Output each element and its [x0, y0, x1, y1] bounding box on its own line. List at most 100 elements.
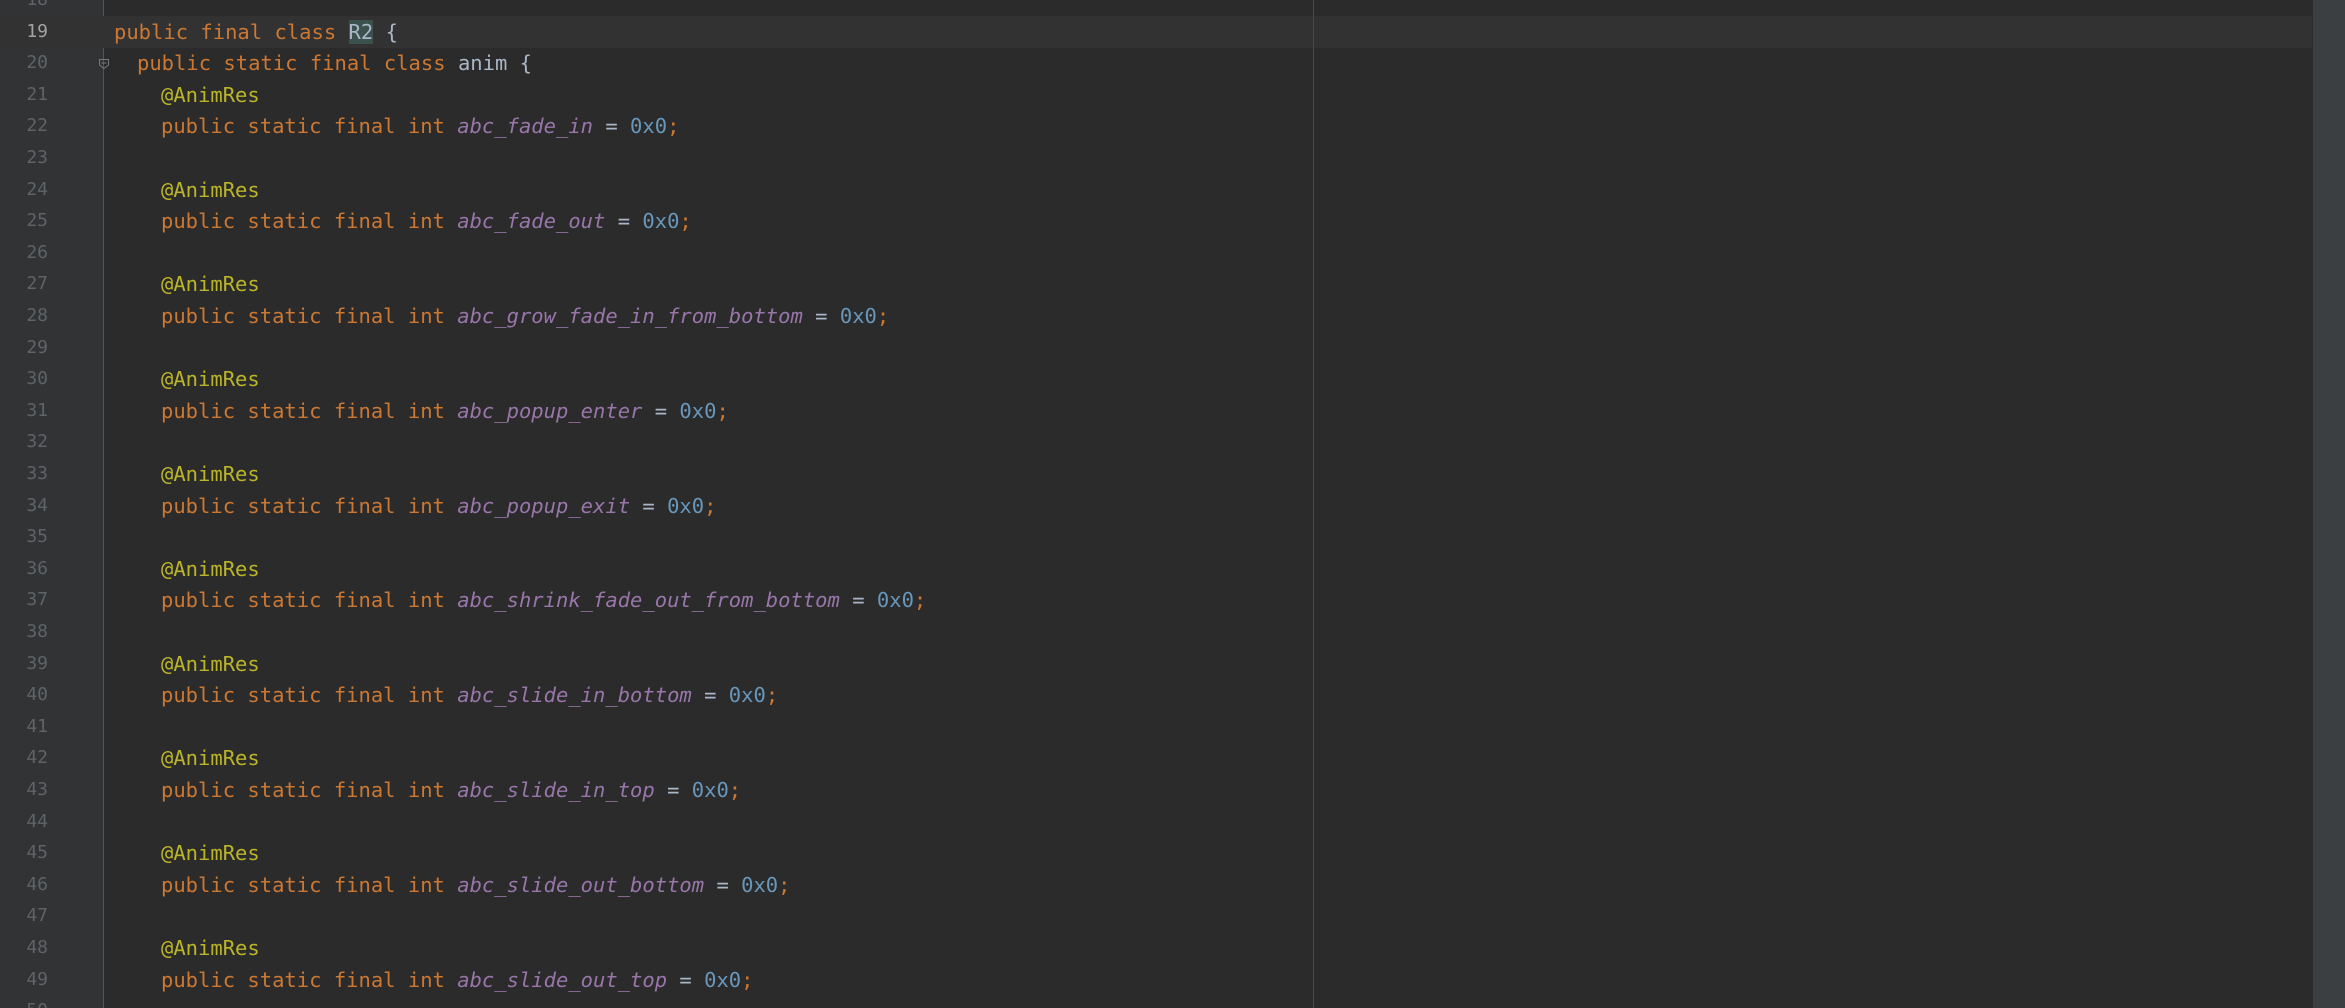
line-number: 18 — [0, 0, 48, 16]
field-value: 0x0 — [642, 209, 680, 234]
code-line[interactable]: 24 @AnimRes — [0, 174, 2312, 206]
code-line[interactable]: 18 — [0, 0, 2312, 16]
code-text: @AnimRes — [161, 742, 260, 774]
code-line[interactable]: 41 — [0, 711, 2312, 743]
line-number: 23 — [26, 147, 48, 168]
semicolon: ; — [876, 304, 890, 328]
code-line[interactable]: 44 — [0, 806, 2312, 838]
code-line[interactable]: 38 — [0, 616, 2312, 648]
code-text: @AnimRes — [161, 268, 260, 300]
code-text: @AnimRes — [161, 363, 260, 395]
code-line[interactable]: 50 — [0, 995, 2312, 1008]
code-text: public static final int abc_slide_out_bo… — [161, 869, 791, 901]
semicolon: ; — [679, 209, 692, 234]
keyword-public: public — [161, 304, 236, 328]
keyword-final: final — [333, 588, 396, 613]
code-line[interactable]: 45 @AnimRes — [0, 837, 2312, 869]
code-line[interactable]: 23 — [0, 142, 2312, 174]
assign-operator: = — [815, 304, 828, 328]
keyword-int: int — [407, 588, 445, 613]
code-line[interactable]: 29 — [0, 332, 2312, 364]
code-line[interactable]: 37 public static final int abc_shrink_fad… — [0, 584, 2312, 616]
code-text: @AnimRes — [161, 458, 260, 490]
code-line[interactable]: 35 — [0, 521, 2312, 553]
keyword-int: int — [407, 493, 445, 518]
keyword-final: final — [333, 209, 396, 234]
code-line[interactable]: 42 @AnimRes — [0, 742, 2312, 774]
code-line[interactable]: 21 @AnimRes — [0, 79, 2312, 111]
annotation: @AnimRes — [161, 746, 260, 771]
code-line[interactable]: 36 @AnimRes — [0, 553, 2312, 585]
keyword-public: public — [161, 967, 236, 992]
code-line[interactable]: 46 public static final int abc_slide_out_… — [0, 869, 2312, 901]
keyword-public: public — [161, 872, 236, 897]
semicolon: ; — [704, 493, 717, 518]
code-line[interactable]: 19 public final class R2 { — [0, 15, 2312, 48]
field-name: abc_grow_fade_in_from_bottom — [457, 304, 803, 328]
keyword-static: static — [247, 114, 322, 139]
code-text: public static final int abc_grow_fade_in… — [161, 300, 889, 332]
keyword-public: public — [161, 114, 236, 139]
keyword-final: final — [333, 304, 396, 328]
line-number: 25 — [26, 210, 48, 232]
code-line[interactable]: 34 public static final int abc_popup_exit… — [0, 490, 2312, 522]
keyword-static: static — [247, 588, 322, 613]
code-text: public static final int abc_fade_in = 0x… — [161, 110, 679, 142]
keyword-final: final — [200, 19, 263, 44]
code-line[interactable]: 26 — [0, 237, 2312, 269]
code-line[interactable]: 40 public static final int abc_slide_in_b… — [0, 679, 2312, 711]
code-line[interactable]: 48 @AnimRes — [0, 932, 2312, 964]
keyword-final: final — [333, 114, 396, 139]
keyword-int: int — [407, 209, 445, 234]
annotation: @AnimRes — [161, 556, 260, 581]
keyword-int: int — [407, 778, 445, 802]
code-text: public final class R2 { — [114, 16, 398, 48]
line-number: 26 — [26, 241, 48, 263]
code-line[interactable]: 43 public static final int abc_slide_in_t… — [0, 774, 2312, 806]
line-number: 37 — [26, 589, 48, 611]
field-value: 0x0 — [679, 398, 717, 423]
line-number: 20 — [26, 52, 48, 74]
code-line[interactable]: 20 public static final class anim { — [0, 47, 2312, 79]
field-name: abc_popup_exit — [457, 493, 631, 518]
code-line[interactable]: 25 public static final int abc_fade_out =… — [0, 205, 2312, 237]
code-text: @AnimRes — [161, 79, 260, 111]
assign-operator: = — [716, 872, 729, 897]
class-name: R2 — [348, 19, 374, 44]
code-line[interactable]: 49 public static final int abc_slide_out_… — [0, 964, 2312, 996]
keyword-public: public — [161, 493, 236, 518]
keyword-final: final — [309, 51, 372, 76]
code-line[interactable]: 47 — [0, 900, 2312, 932]
line-number: 34 — [26, 494, 48, 516]
code-editor[interactable]: 1819public final class R2 {20public stat… — [0, 0, 2345, 1008]
code-line[interactable]: 32 — [0, 426, 2312, 458]
code-text: public static final int abc_shrink_fade_… — [161, 584, 926, 616]
line-number: 46 — [26, 873, 48, 895]
line-number: 33 — [26, 463, 48, 484]
code-line[interactable]: 22 public static final int abc_fade_in = … — [0, 110, 2312, 142]
field-value: 0x0 — [630, 114, 668, 139]
keyword-static: static — [247, 778, 322, 802]
field-name: abc_slide_out_top — [457, 967, 668, 992]
code-line[interactable]: 33 @AnimRes — [0, 458, 2312, 490]
keyword-static: static — [247, 967, 322, 992]
line-number: 36 — [26, 557, 48, 579]
keyword-static: static — [223, 51, 298, 76]
code-line[interactable]: 27 @AnimRes — [0, 268, 2312, 300]
keyword-public: public — [161, 778, 236, 802]
line-number: 44 — [26, 810, 48, 832]
keyword-class: class — [383, 51, 446, 76]
code-line[interactable]: 39 @AnimRes — [0, 648, 2312, 680]
keyword-static: static — [247, 683, 322, 708]
keyword-final: final — [333, 872, 396, 897]
semicolon: ; — [728, 778, 742, 802]
keyword-static: static — [247, 398, 322, 423]
vertical-scrollbar[interactable] — [2313, 0, 2345, 1008]
line-number: 42 — [26, 747, 48, 769]
code-line[interactable]: 31 public static final int abc_popup_ente… — [0, 395, 2312, 427]
code-line[interactable]: 30 @AnimRes — [0, 363, 2312, 395]
annotation: @AnimRes — [161, 841, 260, 866]
code-text: @AnimRes — [161, 837, 260, 869]
code-line[interactable]: 28 public static final int abc_grow_fade_… — [0, 300, 2312, 332]
assign-operator: = — [704, 683, 717, 708]
